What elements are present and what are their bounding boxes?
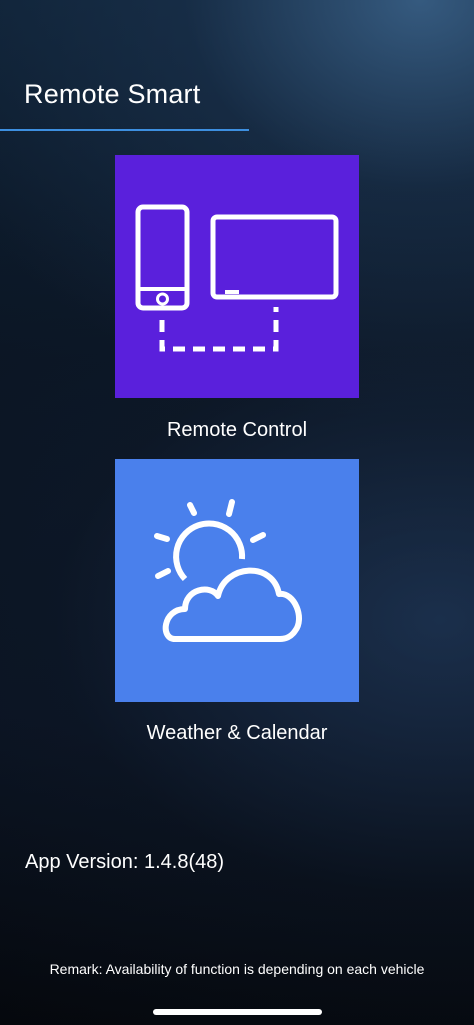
remark-text: Remark: Availability of function is depe… <box>49 961 425 977</box>
remote-control-label: Remote Control <box>166 419 308 441</box>
phone-tv-connection-icon <box>135 204 339 352</box>
sun-cloud-icon <box>154 499 302 642</box>
title-underline <box>0 129 249 131</box>
weather-calendar-label: Weather & Calendar <box>146 722 328 744</box>
app-version-text: App Version: 1.4.8(48) <box>25 851 225 873</box>
page-title: Remote Smart <box>24 79 201 109</box>
weather-calendar-button[interactable] <box>115 459 359 702</box>
remote-control-button[interactable] <box>115 155 359 398</box>
main-screen: Remote Smart Remote Control Weather & Ca… <box>0 0 474 1025</box>
home-indicator[interactable] <box>153 1009 322 1015</box>
